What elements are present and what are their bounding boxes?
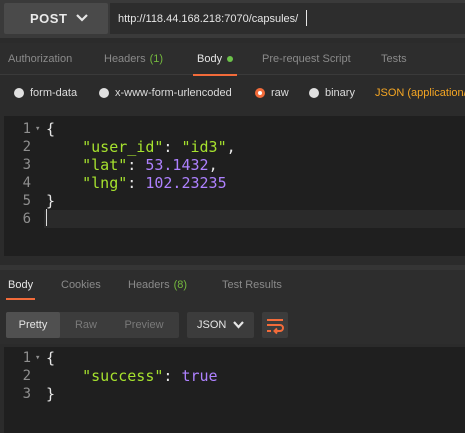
radio-selected-icon (255, 88, 265, 98)
url-bar: POST (0, 0, 465, 38)
view-mode-group: Pretty Raw Preview (6, 312, 179, 338)
radio-label: x-www-form-urlencoded (115, 87, 232, 99)
radio-label: form-data (30, 87, 78, 99)
json-number: 102.23235 (145, 174, 227, 192)
tab-pre-request-script[interactable]: Pre-request Script (262, 43, 351, 75)
code-line: } (46, 385, 56, 403)
tab-label: Body (8, 279, 34, 291)
radio-icon (99, 88, 109, 98)
code-line: "user_id": "id3", (82, 138, 236, 156)
format-dropdown[interactable]: JSON (187, 312, 254, 338)
preview-button[interactable]: Preview (114, 312, 174, 338)
response-tabs: Body Cookies Headers (8) Test Results (0, 270, 465, 300)
tab-label: Tests (381, 53, 407, 65)
format-label: JSON (197, 319, 227, 331)
code-line: "lat": 53.1432, (82, 156, 218, 174)
json-key: "lng" (82, 174, 128, 192)
json-key: "success" (82, 367, 164, 385)
wrap-text-icon (267, 319, 284, 335)
tab-authorization[interactable]: Authorization (8, 43, 72, 75)
raw-button[interactable]: Raw (62, 312, 110, 338)
tab-label: Cookies (61, 279, 101, 291)
code-line: "success": true (82, 367, 218, 385)
json-key: "user_id" (82, 138, 164, 156)
line-number: 5 (22, 193, 31, 209)
chevron-down-icon (76, 14, 88, 22)
radio-icon (309, 88, 319, 98)
tab-headers[interactable]: Headers (1) (104, 43, 163, 75)
radio-urlencoded[interactable]: x-www-form-urlencoded (99, 79, 232, 107)
method-dropdown[interactable]: POST (4, 3, 108, 34)
line-gutter: 1 ▾ 2 3 (4, 347, 44, 433)
tab-label: Body (197, 53, 223, 65)
tab-response-body[interactable]: Body (6, 270, 36, 300)
text-cursor (306, 10, 307, 26)
line-number: 2 (22, 139, 31, 155)
line-number: 6 (22, 211, 31, 227)
radio-raw[interactable]: raw (255, 79, 289, 107)
content-type-label: JSON (application/ (375, 87, 465, 99)
fold-arrow-icon[interactable]: ▾ (35, 349, 43, 367)
tab-label: Headers (104, 53, 146, 65)
active-tab-indicator (193, 74, 238, 76)
wrap-lines-button[interactable] (262, 312, 288, 338)
radio-label: raw (271, 87, 289, 99)
json-string: "id3" (181, 138, 227, 156)
radio-label: binary (325, 87, 355, 99)
response-toolbar: Pretty Raw Preview JSON (0, 300, 465, 344)
tab-cookies[interactable]: Cookies (61, 270, 101, 300)
pretty-button[interactable]: Pretty (6, 312, 60, 338)
tab-response-headers[interactable]: Headers (8) (128, 270, 187, 300)
code-line: "lng": 102.23235 (82, 174, 227, 192)
line-gutter: 1 ▾ 2 3 4 5 6 (4, 116, 44, 256)
headers-count-badge: (1) (149, 53, 164, 65)
headers-count-badge: (8) (173, 279, 188, 291)
editor-cursor (46, 209, 47, 226)
response-body-viewer[interactable]: 1 ▾ 2 3 { "success": true } (4, 347, 465, 433)
radio-form-data[interactable]: form-data (14, 79, 77, 107)
chevron-down-icon (233, 321, 244, 329)
body-type-options: form-data x-www-form-urlencoded raw bina… (0, 79, 465, 107)
tab-label: Test Results (222, 279, 282, 291)
json-key: "lat" (82, 156, 128, 174)
radio-binary[interactable]: binary (309, 79, 355, 107)
tab-label: Pre-request Script (262, 53, 351, 65)
code-line: { (46, 349, 56, 367)
active-line-highlight (44, 210, 465, 228)
line-number: 3 (22, 386, 31, 402)
method-label: POST (30, 11, 68, 26)
code-line: } (46, 192, 56, 210)
tab-tests[interactable]: Tests (381, 43, 407, 75)
line-number: 3 (22, 157, 31, 173)
line-number: 4 (22, 175, 31, 191)
tab-test-results[interactable]: Test Results (222, 270, 282, 300)
tab-body[interactable]: Body (193, 43, 238, 76)
tab-label: Authorization (8, 53, 73, 65)
json-boolean: true (181, 367, 218, 385)
line-number: 2 (22, 368, 31, 384)
fold-arrow-icon[interactable]: ▾ (35, 120, 43, 138)
request-body-editor[interactable]: 1 ▾ 2 3 4 5 6 { "user_id": "id3", "lat":… (4, 116, 465, 256)
radio-icon (14, 88, 24, 98)
content-type-dropdown[interactable]: JSON (application/ (375, 79, 465, 107)
url-input[interactable] (110, 3, 465, 34)
request-tabs: Authorization Headers (1) Body Pre-reque… (0, 43, 465, 76)
code-line: { (46, 120, 56, 138)
json-number: 53.1432 (145, 156, 209, 174)
tab-label: Headers (128, 279, 170, 291)
modified-dot-icon (227, 56, 234, 62)
